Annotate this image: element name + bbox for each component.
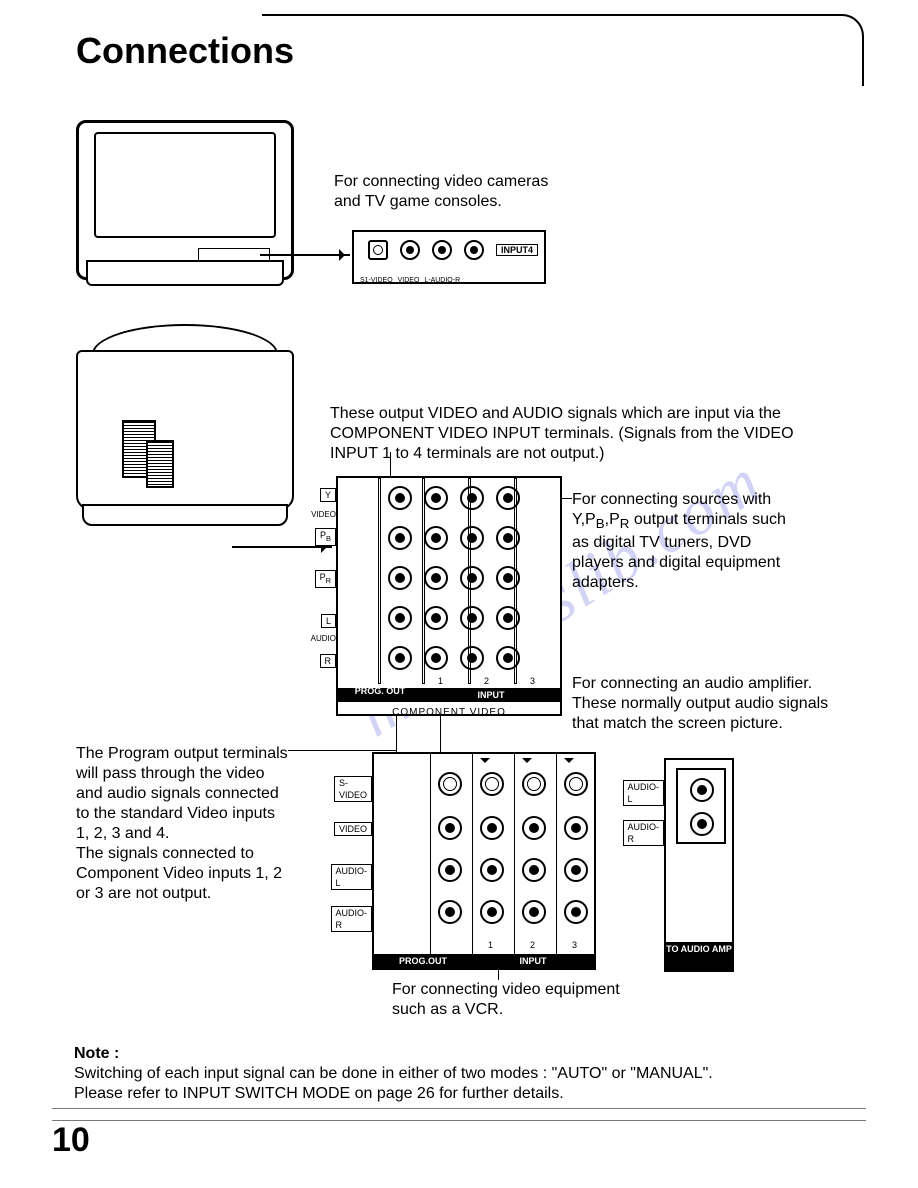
component-bar: PROG. OUT INPUT (338, 688, 560, 702)
page-number: 10 (52, 1121, 90, 1160)
leader-line (288, 750, 396, 751)
leader-line (440, 714, 441, 752)
front-panel-labels: S1-VIDEO VIDEO L-AUDIO-R (360, 277, 460, 284)
label-video: VIDEO (311, 510, 336, 519)
label-l: L (321, 614, 336, 628)
rca-jack-icon (464, 240, 484, 260)
leader-line (390, 452, 391, 476)
divider (52, 1108, 866, 1109)
col-2: 2 (484, 676, 489, 686)
audio-amp-panel: AUDIO-L AUDIO-R TO AUDIO AMP (664, 758, 734, 972)
text: B (596, 516, 605, 531)
leader-line (498, 966, 499, 980)
component-jack-grid (388, 486, 516, 666)
col-3: 3 (572, 940, 577, 950)
label-video: VIDEO (334, 822, 372, 836)
label-pr: PR (315, 570, 336, 588)
component-output-caption: These output VIDEO and AUDIO signals whi… (330, 404, 830, 464)
component-input-caption: For connecting sources with Y,PB,PR outp… (572, 490, 792, 593)
rca-grid (438, 816, 584, 920)
text: ,P (605, 511, 620, 528)
rca-jack-icon (432, 240, 452, 260)
label-audio-r: AUDIO-R (623, 820, 665, 846)
std-input-caption: For connecting video equipment such as a… (392, 980, 652, 1020)
col-3: 3 (530, 676, 535, 686)
triangle-down-icon (480, 758, 490, 768)
amp-bar: TO AUDIO AMP (666, 942, 732, 970)
s-video-jack-icon (368, 240, 388, 260)
bar-input: INPUT (472, 954, 594, 968)
divider (52, 1120, 866, 1121)
label-r: R (320, 654, 337, 668)
prog-out-caption: The Program output terminals will pass t… (76, 744, 292, 904)
label-pb: PB (315, 528, 336, 546)
col-1: 1 (438, 676, 443, 686)
leader-line (396, 714, 397, 752)
audio-amp-caption: For connecting an audio amplifier. These… (572, 674, 832, 734)
tv-rear-illustration (76, 324, 294, 534)
front-input-caption: For connecting video cameras and TV game… (334, 172, 564, 212)
triangle-down-icon (564, 758, 574, 768)
note-line-2: Please refer to INPUT SWITCH MODE on pag… (74, 1084, 834, 1104)
arrow-icon (232, 546, 332, 548)
component-video-panel: Y VIDEO PB PR L AUDIO R 1 2 3 PROG. OUT … (336, 476, 562, 716)
tv-illustration (76, 120, 294, 280)
label-audio: AUDIO (311, 634, 336, 643)
label-y: Y (320, 488, 336, 502)
triangle-down-icon (522, 758, 532, 768)
component-subtitle: COMPONENT VIDEO (338, 707, 560, 718)
note-heading: Note : (74, 1044, 834, 1064)
input4-badge: INPUT4 (496, 244, 538, 256)
arrow-icon (260, 254, 350, 256)
label-audio-r: AUDIO-R (331, 906, 373, 932)
std-bar: PROG.OUT INPUT (374, 954, 594, 968)
svideo-row (438, 772, 584, 796)
col-1: 1 (488, 940, 493, 950)
front-input-panel: INPUT4 S1-VIDEO VIDEO L-AUDIO-R (352, 230, 546, 284)
standard-video-panel: S-VIDEO VIDEO AUDIO-L AUDIO-R 1 2 3 PROG… (372, 752, 596, 970)
bar-prog-out: PROG. OUT (338, 688, 422, 702)
page-title: Connections (76, 30, 294, 72)
label-audio-l: AUDIO-L (331, 864, 373, 890)
text: R (620, 516, 630, 531)
bar-prog-out: PROG.OUT (374, 954, 472, 968)
label-svideo: S-VIDEO (334, 776, 372, 802)
manual-page: Connections manualslib.com For connectin… (0, 0, 918, 1188)
bar-input: INPUT (422, 688, 560, 702)
col-2: 2 (530, 940, 535, 950)
label-audio-l: AUDIO-L (623, 780, 665, 806)
note-block: Note : Switching of each input signal ca… (74, 1044, 834, 1104)
rca-jack-icon (400, 240, 420, 260)
note-line-1: Switching of each input signal can be do… (74, 1064, 834, 1084)
